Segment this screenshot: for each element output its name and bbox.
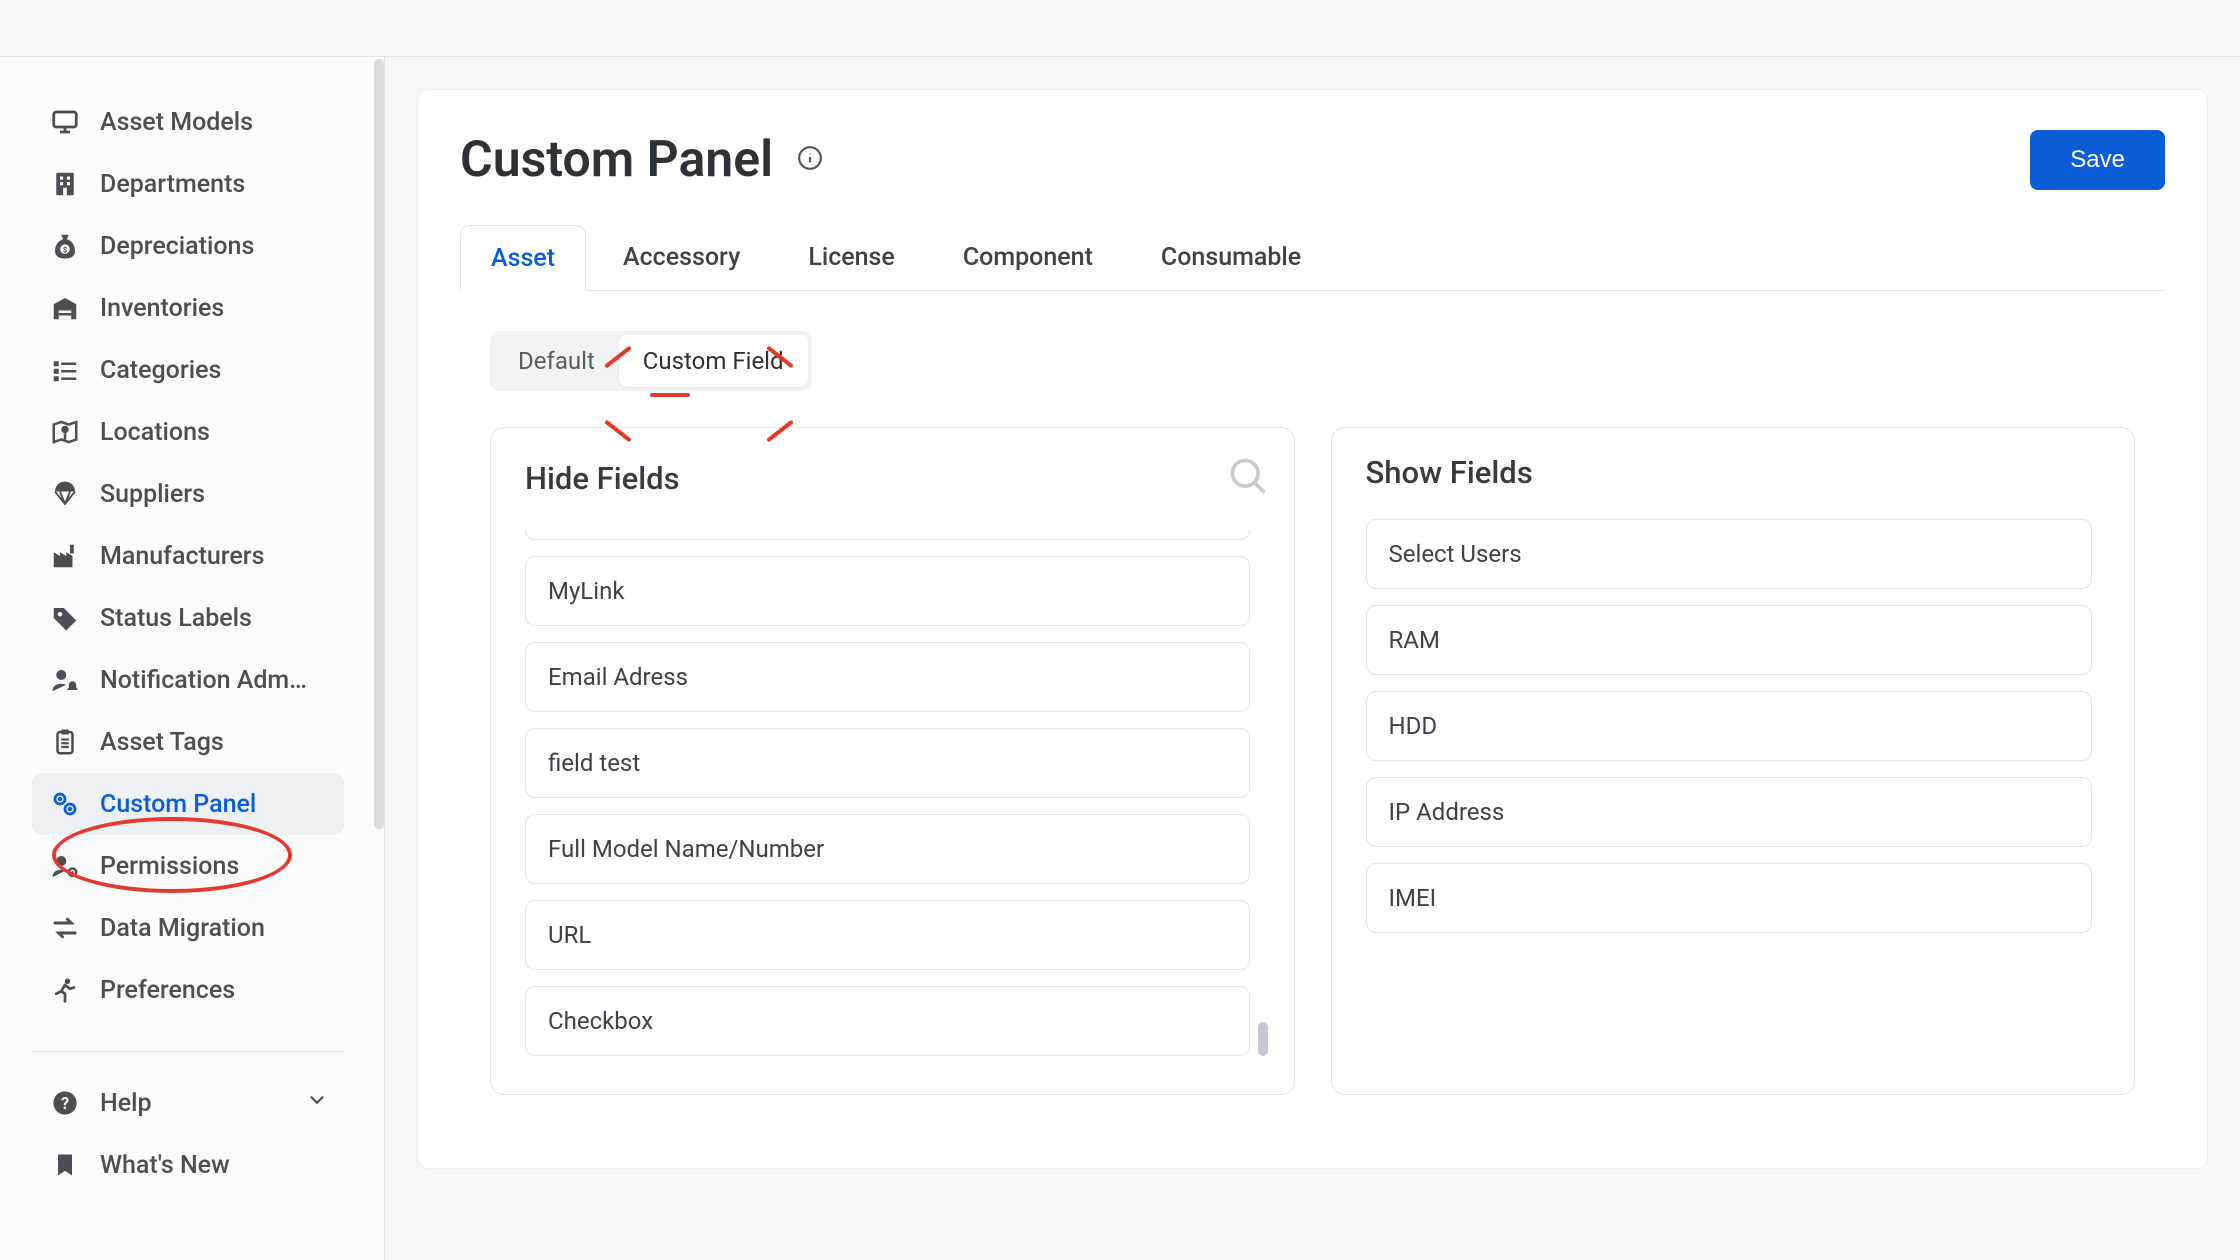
sidebar-item-label: Suppliers bbox=[100, 480, 205, 509]
hide-fields-scrollbar[interactable] bbox=[1258, 530, 1270, 1056]
field-item[interactable]: MyLink bbox=[525, 556, 1250, 626]
user-gear-icon bbox=[48, 849, 82, 883]
money-bag-icon: $ bbox=[48, 229, 82, 263]
sidebar-item-data-migration[interactable]: Data Migration bbox=[32, 897, 344, 959]
sidebar-item-depreciations[interactable]: $ Depreciations bbox=[32, 215, 344, 277]
tab-component[interactable]: Component bbox=[932, 224, 1124, 290]
sidebar-item-status-labels[interactable]: Status Labels bbox=[32, 587, 344, 649]
field-item[interactable]: RAM bbox=[1366, 605, 2093, 675]
hide-fields-list: MyLink Email Adress field test Full Mode… bbox=[525, 530, 1250, 1056]
sidebar-item-departments[interactable]: Departments bbox=[32, 153, 344, 215]
sidebar-item-permissions[interactable]: Permissions bbox=[32, 835, 344, 897]
nav-list: Asset Models Departments $ Depreciations bbox=[0, 57, 376, 1021]
sidebar-item-label: Data Migration bbox=[100, 914, 265, 943]
subtab-custom-field[interactable]: Custom Field bbox=[619, 335, 808, 387]
tab-accessory[interactable]: Accessory bbox=[592, 224, 771, 290]
field-item[interactable]: URL bbox=[525, 900, 1250, 970]
sidebar-item-label: Departments bbox=[100, 170, 245, 199]
field-item[interactable]: IMEI bbox=[1366, 863, 2093, 933]
sidebar-whats-new[interactable]: What's New bbox=[32, 1134, 344, 1196]
sidebar-secondary: ? Help What's New bbox=[0, 1062, 376, 1236]
running-icon bbox=[48, 973, 82, 1007]
field-item[interactable]: IP Address bbox=[1366, 777, 2093, 847]
sidebar-help-label: Help bbox=[100, 1089, 152, 1118]
sidebar-item-label: Depreciations bbox=[100, 232, 254, 261]
sidebar-item-asset-models[interactable]: Asset Models bbox=[32, 91, 344, 153]
sidebar-item-categories[interactable]: Categories bbox=[32, 339, 344, 401]
field-item[interactable]: Full Model Name/Number bbox=[525, 814, 1250, 884]
tab-license[interactable]: License bbox=[777, 224, 926, 290]
sidebar-item-label: Categories bbox=[100, 356, 221, 385]
svg-text:?: ? bbox=[61, 1094, 69, 1113]
chevron-down-icon bbox=[306, 1089, 328, 1118]
parachute-icon bbox=[48, 477, 82, 511]
svg-text:$: $ bbox=[63, 245, 67, 254]
arrows-icon bbox=[48, 911, 82, 945]
main: Custom Panel Save Asset Accessory Licens… bbox=[385, 57, 2240, 1260]
sidebar-item-notification-admin[interactable]: Notification Adm… bbox=[32, 649, 344, 711]
sidebar-item-label: Manufacturers bbox=[100, 542, 264, 571]
tag-icon bbox=[48, 601, 82, 635]
panels: Hide Fields MyLink Email Adress field te… bbox=[460, 427, 2165, 1095]
field-item[interactable]: HDD bbox=[1366, 691, 2093, 761]
user-bell-icon bbox=[48, 663, 82, 697]
bookmark-icon bbox=[48, 1148, 82, 1182]
sidebar-help[interactable]: ? Help bbox=[32, 1072, 344, 1134]
sidebar-item-label: Locations bbox=[100, 418, 210, 447]
save-button[interactable]: Save bbox=[2030, 130, 2165, 190]
sidebar-item-label: Asset Tags bbox=[100, 728, 224, 757]
sidebar-item-label: Status Labels bbox=[100, 604, 252, 633]
field-item[interactable]: Email Adress bbox=[525, 642, 1250, 712]
search-icon[interactable] bbox=[1226, 454, 1270, 502]
sidebar-item-manufacturers[interactable]: Manufacturers bbox=[32, 525, 344, 587]
sidebar-item-label: Custom Panel bbox=[100, 790, 256, 819]
panel-title-show: Show Fields bbox=[1366, 454, 1533, 491]
sidebar-item-label: Inventories bbox=[100, 294, 224, 323]
sidebar-item-asset-tags[interactable]: Asset Tags bbox=[32, 711, 344, 773]
show-fields-list: Select Users RAM HDD IP Address IMEI bbox=[1366, 519, 2111, 933]
list-icon bbox=[48, 353, 82, 387]
tab-asset[interactable]: Asset bbox=[460, 225, 586, 291]
subtab-default[interactable]: Default bbox=[494, 335, 619, 387]
sidebar-item-custom-panel[interactable]: Custom Panel bbox=[32, 773, 344, 835]
sidebar-item-label: Preferences bbox=[100, 976, 235, 1005]
panel-title-hide: Hide Fields bbox=[525, 460, 680, 497]
subtabs: Default Custom Field bbox=[490, 331, 812, 391]
help-icon: ? bbox=[48, 1086, 82, 1120]
field-item[interactable]: Select Users bbox=[1366, 519, 2093, 589]
sidebar-item-inventories[interactable]: Inventories bbox=[32, 277, 344, 339]
warehouse-icon bbox=[48, 291, 82, 325]
topbar bbox=[0, 0, 2240, 57]
sidebar-whats-new-label: What's New bbox=[100, 1151, 230, 1180]
sidebar-item-locations[interactable]: Locations bbox=[32, 401, 344, 463]
panel-hide-fields: Hide Fields MyLink Email Adress field te… bbox=[490, 427, 1295, 1095]
sidebar-item-label: Asset Models bbox=[100, 108, 253, 137]
sidebar-scrollbar[interactable] bbox=[374, 59, 384, 829]
gears-icon bbox=[48, 787, 82, 821]
sidebar: Asset Models Departments $ Depreciations bbox=[0, 57, 385, 1260]
sidebar-item-suppliers[interactable]: Suppliers bbox=[32, 463, 344, 525]
tab-consumable[interactable]: Consumable bbox=[1130, 224, 1332, 290]
field-item-partial[interactable] bbox=[525, 530, 1250, 540]
sidebar-divider bbox=[32, 1051, 344, 1052]
sidebar-item-preferences[interactable]: Preferences bbox=[32, 959, 344, 1021]
factory-icon bbox=[48, 539, 82, 573]
subtab-area: Default Custom Field bbox=[460, 291, 2165, 391]
sidebar-item-label: Permissions bbox=[100, 852, 239, 881]
map-pin-icon bbox=[48, 415, 82, 449]
clipboard-icon bbox=[48, 725, 82, 759]
tabs: Asset Accessory License Component Consum… bbox=[460, 224, 2165, 291]
layout: Asset Models Departments $ Depreciations bbox=[0, 57, 2240, 1260]
content-card: Custom Panel Save Asset Accessory Licens… bbox=[417, 89, 2208, 1169]
info-icon[interactable] bbox=[797, 145, 823, 175]
field-item[interactable]: Checkbox bbox=[525, 986, 1250, 1056]
panel-show-fields: Show Fields Select Users RAM HDD IP Addr… bbox=[1331, 427, 2136, 1095]
monitor-icon bbox=[48, 105, 82, 139]
field-item[interactable]: field test bbox=[525, 728, 1250, 798]
page-title: Custom Panel bbox=[460, 131, 773, 189]
building-icon bbox=[48, 167, 82, 201]
card-header: Custom Panel Save bbox=[460, 130, 2165, 190]
sidebar-item-label: Notification Adm… bbox=[100, 666, 307, 695]
